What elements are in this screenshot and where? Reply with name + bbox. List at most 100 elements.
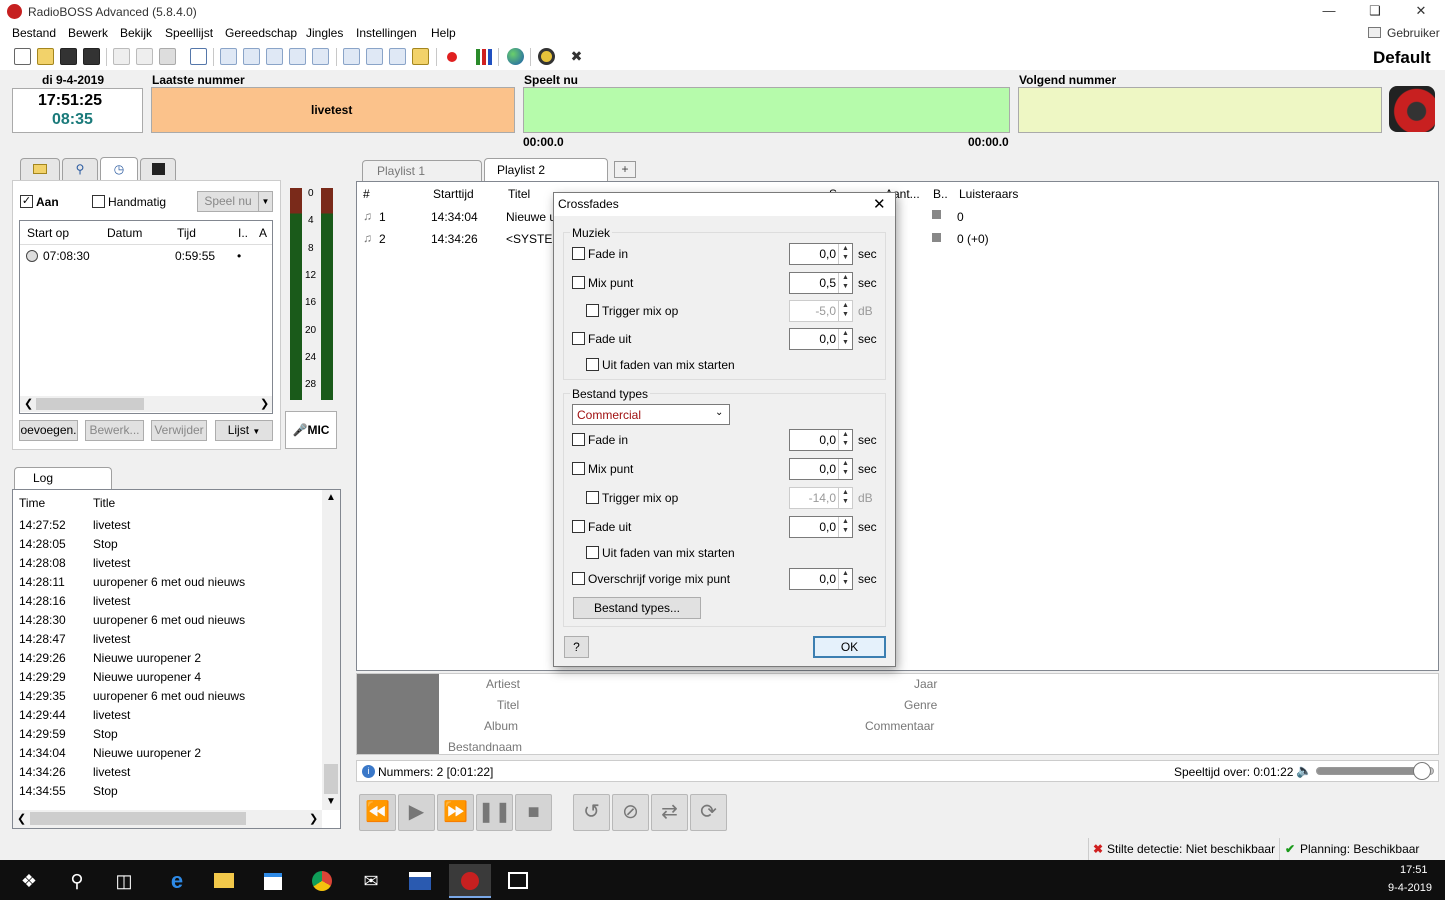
menu-bestand[interactable]: Bestand xyxy=(12,26,56,40)
insert-track-icon[interactable] xyxy=(343,48,360,65)
save-icon[interactable] xyxy=(60,48,77,65)
pl-col-start[interactable]: Starttijd xyxy=(433,187,474,201)
pl-col-num[interactable]: # xyxy=(363,187,370,201)
edge-browser-icon[interactable]: e xyxy=(160,864,194,898)
spin-arrows-icon[interactable]: ▲ ▼ xyxy=(838,569,852,589)
repeat-button[interactable]: ↺ xyxy=(573,794,610,831)
globe-icon[interactable] xyxy=(507,48,524,65)
help-button[interactable]: ? xyxy=(564,636,589,658)
shuffle-button[interactable]: ⇄ xyxy=(651,794,688,831)
music-trigger-checkbox[interactable] xyxy=(586,304,599,317)
search-icon[interactable]: ⚲ xyxy=(60,864,94,898)
type-fade-from-mix-checkbox[interactable] xyxy=(586,546,599,559)
paste-icon[interactable] xyxy=(159,48,176,65)
spin-arrows-icon[interactable]: ▲ ▼ xyxy=(838,273,852,293)
record-icon[interactable] xyxy=(447,52,457,62)
type-fade-in-input[interactable]: 0,0 ▲ ▼ xyxy=(789,429,853,451)
log-row[interactable]: 14:27:52 livetest xyxy=(13,515,321,534)
music-mix-point-checkbox[interactable] xyxy=(572,276,585,289)
spin-arrows-icon[interactable]: ▲ ▼ xyxy=(838,517,852,537)
type-fade-in-checkbox[interactable] xyxy=(572,433,585,446)
plugin-icon[interactable]: ✖ xyxy=(568,48,585,65)
log-row[interactable]: 14:28:47 livetest xyxy=(13,629,321,648)
add-button[interactable]: oevoegen. xyxy=(19,420,78,441)
log-row[interactable]: 14:28:16 livetest xyxy=(13,591,321,610)
minimize-button[interactable]: — xyxy=(1306,0,1352,24)
scroll-left-icon[interactable]: ❮ xyxy=(24,397,33,410)
menu-help[interactable]: Help xyxy=(431,26,456,40)
windows-start-icon[interactable]: ❖ xyxy=(12,864,46,898)
scroll-down-icon[interactable]: ▼ xyxy=(326,796,336,807)
type-trigger-checkbox[interactable] xyxy=(586,491,599,504)
tab-playlist-1[interactable]: Playlist 1 xyxy=(362,160,482,181)
spin-arrows-icon[interactable]: ▲ ▼ xyxy=(838,459,852,479)
scheduler-on-checkbox[interactable]: ✓ xyxy=(20,195,33,208)
dialog-close-icon[interactable]: ✕ xyxy=(873,195,886,213)
radioboss-taskbar-icon[interactable] xyxy=(449,864,491,898)
log-scroll-thumb[interactable] xyxy=(324,764,338,794)
tab-playlist-2[interactable]: Playlist 2 xyxy=(484,158,608,182)
save-as-icon[interactable] xyxy=(83,48,100,65)
menu-bewerk[interactable]: Bewerk xyxy=(68,26,108,40)
pl-col-listeners[interactable]: Luisteraars xyxy=(959,187,1018,201)
ok-button[interactable]: OK xyxy=(813,636,886,658)
tab-scheduler[interactable]: ◷ xyxy=(100,157,138,181)
tab-log[interactable]: Log xyxy=(14,467,112,490)
log-row[interactable]: 14:28:08 livetest xyxy=(13,553,321,572)
chevron-down-icon[interactable]: ⌄ xyxy=(715,407,723,418)
play-now-dropdown[interactable]: ▼ xyxy=(258,191,273,212)
list-button[interactable]: Lijst ▼ xyxy=(215,420,273,441)
log-row[interactable]: 14:28:30 uuropener 6 met oud nieuws xyxy=(13,610,321,629)
scroll-up-icon[interactable]: ▲ xyxy=(326,492,336,503)
store-icon[interactable] xyxy=(256,864,290,898)
log-col-title[interactable]: Title xyxy=(93,496,115,510)
rewind-button[interactable]: ⏪ xyxy=(359,794,396,831)
type-mix-point-checkbox[interactable] xyxy=(572,462,585,475)
col-i[interactable]: I.. xyxy=(238,226,248,240)
layout-1-icon[interactable] xyxy=(220,48,237,65)
log-hscroll-thumb[interactable] xyxy=(30,812,246,825)
music-trigger-input[interactable]: -5,0 ▲ ▼ xyxy=(789,300,853,322)
user-menu[interactable]: Gebruiker xyxy=(1387,26,1440,40)
log-row[interactable]: 14:34:04 Nieuwe uuropener 2 xyxy=(13,743,321,762)
maximize-button[interactable]: ❑ xyxy=(1352,0,1398,24)
log-row[interactable]: 14:29:29 Nieuwe uuropener 4 xyxy=(13,667,321,686)
spin-arrows-icon[interactable]: ▲ ▼ xyxy=(838,488,852,508)
pl-col-title[interactable]: Titel xyxy=(508,187,530,201)
file-types-button[interactable]: Bestand types... xyxy=(573,597,701,619)
insert-list-icon[interactable] xyxy=(366,48,383,65)
loop-button[interactable]: ⟳ xyxy=(690,794,727,831)
col-date[interactable]: Datum xyxy=(107,226,142,240)
log-scroll-right-icon[interactable]: ❯ xyxy=(309,812,318,825)
app-icon[interactable] xyxy=(403,864,437,898)
tab-search[interactable]: ⚲ xyxy=(62,158,98,180)
menu-jingles[interactable]: Jingles xyxy=(306,26,343,40)
taskbar-clock-date[interactable]: 9-4-2019 xyxy=(1388,882,1432,894)
copy-icon[interactable] xyxy=(136,48,153,65)
menu-bekijk[interactable]: Bekijk xyxy=(120,26,152,40)
log-row[interactable]: 14:28:11 uuropener 6 met oud nieuws xyxy=(13,572,321,591)
new-file-icon[interactable] xyxy=(14,48,31,65)
menu-speellijst[interactable]: Speellijst xyxy=(165,26,213,40)
overwrite-mix-input[interactable]: 0,0 ▲ ▼ xyxy=(789,568,853,590)
play-now-button[interactable]: Speel nu xyxy=(197,191,259,212)
insert-folder-icon[interactable] xyxy=(389,48,406,65)
statistics-icon[interactable] xyxy=(476,49,492,65)
insert-jingle-icon[interactable] xyxy=(412,48,429,65)
type-trigger-input[interactable]: -14,0 ▲ ▼ xyxy=(789,487,853,509)
layout-5-icon[interactable] xyxy=(312,48,329,65)
music-fade-in-checkbox[interactable] xyxy=(572,247,585,260)
music-fade-out-checkbox[interactable] xyxy=(572,332,585,345)
log-row[interactable]: 14:29:59 Stop xyxy=(13,724,321,743)
menu-instellingen[interactable]: Instellingen xyxy=(356,26,417,40)
music-fade-in-input[interactable]: 0,0 ▲ ▼ xyxy=(789,243,853,265)
task-view-icon[interactable]: ◫ xyxy=(107,864,141,898)
log-scroll-left-icon[interactable]: ❮ xyxy=(17,812,26,825)
settings-gear-icon[interactable] xyxy=(538,48,555,65)
tab-files[interactable] xyxy=(20,158,60,180)
play-button[interactable]: ▶ xyxy=(398,794,435,831)
music-mix-point-input[interactable]: 0,5 ▲ ▼ xyxy=(789,272,853,294)
overwrite-mix-checkbox[interactable] xyxy=(572,572,585,585)
menu-gereedschap[interactable]: Gereedschap xyxy=(225,26,297,40)
mail-icon[interactable]: ✉ xyxy=(354,864,388,898)
